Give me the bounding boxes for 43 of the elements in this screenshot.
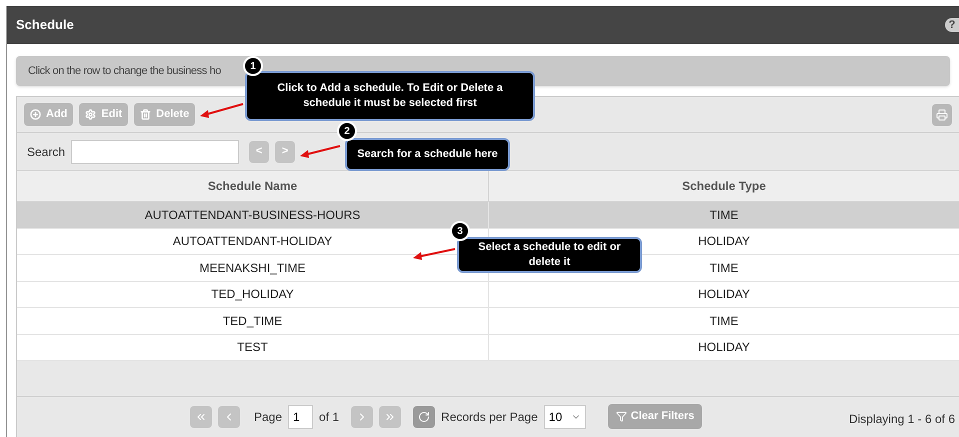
callout-text: Click to Add a schedule. To Edit or Delete a schedule it must be selected first [245, 71, 535, 121]
schedule-type: TIME [710, 206, 738, 224]
column-header[interactable]: Schedule Type [489, 171, 959, 201]
page-label: Page [254, 408, 282, 426]
schedule-name: TED_HOLIDAY [211, 286, 294, 304]
schedule-name: MEENAKSHI_TIME [199, 260, 306, 277]
table-row[interactable]: AUTOATTENDANT-BUSINESS-HOURS TIME [17, 202, 959, 228]
callout-text: Select a schedule to edit or delete it [457, 237, 642, 273]
records-label: Records per Page [441, 408, 538, 426]
displaying-text: Displaying 1 - 6 of 6 [848, 411, 955, 428]
callout-text: Search for a schedule here [345, 138, 510, 171]
page-count: of 1 [319, 408, 340, 426]
table-row[interactable]: TED_TIME TIME [17, 308, 959, 334]
trash-icon [140, 109, 152, 120]
table-row[interactable]: TEST HOLIDAY [17, 334, 959, 361]
add-icon [30, 109, 41, 120]
records-select[interactable]: 10 [544, 404, 586, 428]
first-page-button[interactable] [190, 406, 212, 428]
schedule-type: HOLIDAY [698, 233, 750, 250]
page-field[interactable]: 1 [288, 404, 314, 428]
last-page-button[interactable] [379, 406, 402, 428]
search-field[interactable] [71, 140, 240, 164]
schedule-type: HOLIDAY [698, 339, 750, 356]
schedule-name: TEST [237, 339, 268, 356]
table-row[interactable]: TED_HOLIDAY HOLIDAY [17, 282, 959, 308]
schedule-name: AUTOATTENDANT-BUSINESS-HOURS [144, 206, 360, 224]
help-button[interactable]: ? [945, 18, 959, 32]
window-title: Schedule [16, 16, 74, 34]
schedule-type: HOLIDAY [698, 286, 750, 304]
print-button[interactable] [932, 104, 952, 126]
gear-icon [85, 109, 96, 120]
next-page-button[interactable] [351, 406, 374, 428]
printer-icon [936, 108, 948, 120]
filter-icon [616, 411, 627, 422]
schedule-type: TIME [710, 312, 738, 330]
schedule-name: TED_TIME [222, 312, 282, 330]
previous-page-button[interactable] [218, 406, 240, 428]
schedule-type: TIME [710, 260, 738, 277]
search-label: Search [27, 144, 66, 160]
refresh-icon [418, 410, 430, 422]
schedule-name: AUTOATTENDANT-HOLIDAY [172, 233, 332, 250]
refresh-button[interactable] [413, 406, 436, 428]
banner-text: Click on the row to change the business ho [28, 64, 221, 79]
